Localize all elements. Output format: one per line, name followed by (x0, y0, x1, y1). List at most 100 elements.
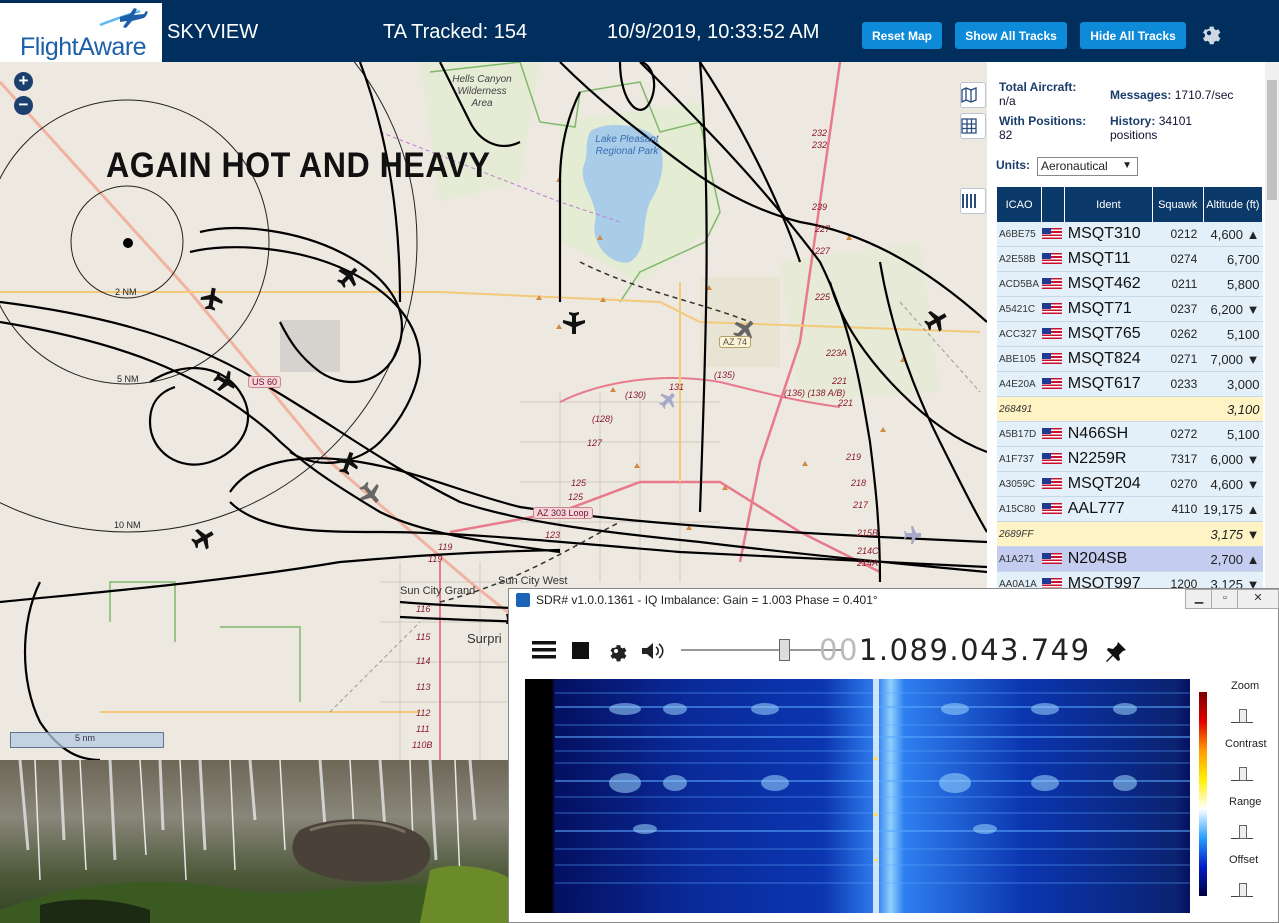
cell-altitude: 6,200 ▼ (1203, 296, 1263, 322)
road-label: 227 (815, 224, 831, 234)
reset-map-button[interactable]: Reset Map (862, 22, 942, 49)
cell-squawk: 7317 (1152, 446, 1204, 472)
close-button[interactable]: ✕ (1237, 589, 1279, 609)
total-aircraft-label: Total Aircraft: (999, 80, 1077, 94)
road-label: 214A (857, 558, 879, 568)
cell-flag (1041, 396, 1065, 422)
gear-icon[interactable] (605, 640, 627, 662)
panel-scrollbar[interactable] (1265, 62, 1279, 588)
contrast-slider[interactable] (1231, 767, 1253, 781)
table-row[interactable]: A1A271 N204SB 2,700 ▲ (997, 546, 1263, 572)
road-label: 123 (545, 530, 561, 540)
aircraft-table: ICAO Ident Squawk Altitude (ft) A6BE75 MS… (997, 187, 1264, 588)
cell-icao: A6BE75 (997, 222, 1042, 247)
road-label: 125 (571, 478, 587, 488)
cell-altitude: 3,175 ▼ (1203, 521, 1263, 547)
cell-icao: A5421C (997, 296, 1042, 322)
scale-bar: 5 nm (10, 732, 164, 748)
messages-value: 1710.7/sec (1174, 88, 1234, 102)
zoom-out-button[interactable]: − (14, 96, 33, 115)
map-layers-button[interactable] (960, 82, 986, 108)
spectrum-waterfall[interactable] (525, 679, 1190, 913)
zoom-label: Zoom (1231, 680, 1260, 692)
units-select[interactable]: Aeronautical ▼ (1037, 157, 1138, 176)
table-row[interactable]: A3059C MSQT204 0270 4,600 ▼ (997, 471, 1263, 497)
cell-flag (1041, 222, 1065, 247)
road-label: 119 (428, 554, 443, 564)
table-row[interactable]: A6BE75 MSQT310 0212 4,600 ▲ (997, 222, 1263, 247)
cell-icao: AA0A1A (997, 571, 1042, 588)
table-row[interactable]: AA0A1A MSQT997 1200 3,125 ▼ (997, 571, 1263, 588)
cell-altitude: 7,000 ▼ (1203, 346, 1263, 372)
cell-altitude: 4,600 ▲ (1203, 222, 1263, 247)
us-flag-icon (1041, 353, 1062, 365)
column-header-squawk[interactable]: Squawk (1152, 187, 1204, 222)
history-label: History: (1110, 114, 1156, 128)
frequency-display[interactable]: 001.089.043.749 (819, 633, 1091, 667)
us-flag-icon (1041, 578, 1062, 588)
column-header-altitude[interactable]: Altitude (ft) (1203, 187, 1264, 222)
table-row[interactable]: A4E20A MSQT617 0233 3,000 (997, 371, 1263, 397)
cell-ident: MSQT462 (1064, 271, 1153, 297)
cell-altitude: 6,700 (1203, 246, 1263, 272)
us-flag-icon (1041, 278, 1062, 290)
maximize-button[interactable]: ▫ (1211, 589, 1239, 609)
cell-icao: ABE105 (997, 346, 1042, 372)
table-row[interactable]: ACD5BA MSQT462 0211 5,800 (997, 271, 1263, 297)
road-label: 113 (416, 682, 431, 692)
cell-icao: A5B17D (997, 421, 1042, 447)
table-row[interactable]: A2E58B MSQT11 0274 6,700 (997, 246, 1263, 272)
table-row[interactable]: ABE105 MSQT824 0271 7,000 ▼ (997, 346, 1263, 372)
table-row[interactable]: A5421C MSQT71 0237 6,200 ▼ (997, 296, 1263, 322)
zoom-slider[interactable] (1231, 709, 1253, 723)
range-slider[interactable] (1231, 825, 1253, 839)
frequency-value: 1.089.043.749 (858, 633, 1091, 667)
offset-slider[interactable] (1231, 883, 1253, 897)
us-flag-icon (1041, 553, 1062, 565)
column-header-flag[interactable] (1041, 187, 1066, 222)
zoom-in-button[interactable]: + (14, 72, 33, 91)
history-value: 34101 (1158, 114, 1193, 128)
cell-ident: MSQT204 (1064, 471, 1153, 497)
show-all-tracks-button[interactable]: Show All Tracks (955, 22, 1067, 49)
road-label: 112 (416, 708, 431, 718)
road-label: (130) (625, 390, 647, 400)
table-row[interactable]: A15C80 AAL777 4110 19,175 ▲ (997, 496, 1263, 522)
table-row[interactable]: 268491 3,100 (997, 396, 1263, 422)
pin-icon[interactable] (1104, 640, 1128, 664)
speaker-icon[interactable] (640, 641, 666, 661)
table-row[interactable]: 2689FF 3,175 ▼ (997, 521, 1263, 547)
road-label: 215B (857, 528, 879, 538)
road-label: (136) (138 A/B) (784, 388, 846, 398)
cell-altitude: 5,800 (1203, 271, 1263, 297)
frequency-leading-zeros: 00 (819, 633, 859, 667)
columns-toggle-button[interactable] (960, 188, 986, 214)
volume-slider-thumb[interactable] (779, 639, 790, 661)
table-row[interactable]: ACC327 MSQT765 0262 5,100 (997, 321, 1263, 347)
table-row[interactable]: A1F737 N2259R 7317 6,000 ▼ (997, 446, 1263, 472)
with-positions-label: With Positions: (999, 114, 1087, 128)
road-label: 110B (412, 740, 433, 750)
road-label: (135) (714, 370, 736, 380)
stop-icon[interactable] (572, 642, 589, 659)
cell-altitude: 6,000 ▼ (1203, 446, 1263, 472)
cell-squawk: 0211 (1152, 271, 1204, 297)
scrollbar-thumb[interactable] (1267, 80, 1277, 200)
grid-icon (961, 118, 977, 134)
flightaware-logo[interactable]: FlightAware (0, 3, 162, 62)
hide-all-tracks-button[interactable]: Hide All Tracks (1080, 22, 1186, 49)
table-row[interactable]: A5B17D N466SH 0272 5,100 (997, 421, 1263, 447)
minimize-button[interactable]: ▁ (1185, 589, 1213, 609)
column-header-icao[interactable]: ICAO (997, 187, 1043, 222)
wilderness-label: Hells Canyon Wilderness Area (452, 74, 512, 109)
sdr-titlebar[interactable]: SDR# v1.0.0.1361 - IQ Imbalance: Gain = … (509, 589, 1279, 611)
grid-toggle-button[interactable] (960, 113, 986, 139)
column-header-ident[interactable]: Ident (1064, 187, 1153, 222)
gear-icon[interactable] (1197, 21, 1221, 45)
messages-label: Messages: (1110, 88, 1172, 102)
cell-ident: MSQT765 (1064, 321, 1153, 347)
cell-ident: N2259R (1064, 446, 1153, 472)
offset-label: Offset (1229, 854, 1259, 866)
volume-slider[interactable] (681, 649, 841, 651)
menu-icon[interactable] (532, 640, 556, 660)
